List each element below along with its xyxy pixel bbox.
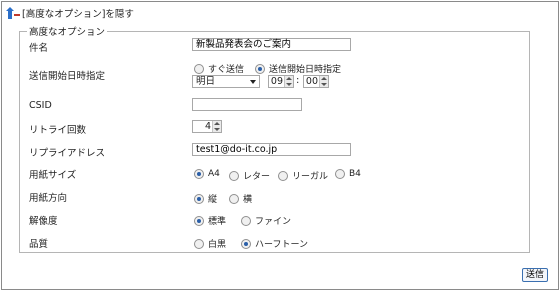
send-immediate-radio[interactable]: すぐ送信 [194,62,244,75]
send-day-select[interactable]: 明日 [192,75,260,88]
reply-address-label: リプライアドレス [29,148,106,159]
quality-label: 品質 [29,239,49,250]
collapse-arrow-icon [6,7,20,19]
paper-size-b4-radio-button[interactable] [335,169,345,179]
resolution-fine-label: ファイン [255,217,292,227]
advanced-options-toggle[interactable]: [高度なオプション]を隠す [6,6,134,20]
spin-up-icon[interactable] [214,122,220,125]
quality-halftone-radio-button[interactable] [241,238,251,249]
orientation-portrait-radio[interactable]: 縦 [194,192,217,205]
resolution-standard-label: 標準 [208,217,227,227]
resolution-fine-radio[interactable]: ファイン [241,214,291,227]
send-day-value: 明日 [196,76,216,87]
orientation-landscape-radio[interactable]: 横 [229,192,252,205]
spin-up-icon[interactable] [321,77,327,80]
reply-address-input[interactable]: test1@do-it.co.jp [192,143,351,156]
options-legend: 高度なオプション [29,27,106,38]
toggle-label: [高度なオプション]を隠す [22,9,134,20]
send-start-label: 送信開始日時指定 [29,71,106,82]
retry-label: リトライ回数 [29,125,87,136]
spin-down-icon[interactable] [321,83,327,86]
paper-size-b4-radio[interactable]: B4 [335,169,361,179]
paper-size-letter-radio-button[interactable] [229,170,239,181]
retry-value: 4 [204,121,211,132]
send-minute-stepper[interactable]: 00 [303,75,329,88]
paper-size-b4-label: B4 [349,169,361,179]
resolution-standard-radio-button[interactable] [194,215,204,226]
chevron-down-icon [250,80,256,84]
send-scheduled-label: 送信開始日時指定 [269,65,342,75]
subject-label: 件名 [29,43,49,54]
retry-spin-buttons[interactable] [212,121,221,132]
paper-size-letter-label: レター [243,172,271,182]
spin-up-icon[interactable] [286,77,292,80]
quality-halftone-radio[interactable]: ハーフトーン [241,237,308,250]
subject-input[interactable]: 新製品発表会のご案内 [192,38,351,51]
orientation-landscape-radio-button[interactable] [229,193,239,204]
quality-monochrome-radio-button[interactable] [194,238,204,249]
paper-size-a4-radio-button[interactable] [194,169,204,179]
resolution-standard-radio[interactable]: 標準 [194,214,226,227]
paper-size-legal-radio[interactable]: リーガル [278,169,328,182]
csid-label: CSID [29,100,52,111]
quality-monochrome-radio[interactable]: 白黒 [194,237,226,250]
resolution-label: 解像度 [29,216,58,227]
send-button[interactable]: 送信 [522,268,548,282]
paper-size-label: 用紙サイズ [29,170,77,181]
minute-spin-buttons[interactable] [319,76,328,87]
send-hour-value: 09 [270,76,283,87]
hour-spin-buttons[interactable] [284,76,293,87]
spin-down-icon[interactable] [214,128,220,131]
paper-orientation-label: 用紙方向 [29,193,68,204]
send-immediate-label: すぐ送信 [208,65,245,75]
resolution-fine-radio-button[interactable] [241,215,251,226]
orientation-portrait-radio-button[interactable] [194,193,204,204]
time-separator: : [296,75,300,86]
send-immediate-radio-button[interactable] [194,63,204,74]
send-scheduled-radio-button[interactable] [255,63,265,74]
orientation-portrait-label: 縦 [208,195,218,205]
send-hour-stepper[interactable]: 09 [268,75,294,88]
paper-size-a4-label: A4 [208,169,220,179]
paper-size-a4-radio[interactable]: A4 [194,169,220,179]
retry-stepper[interactable]: 4 [192,120,222,133]
spin-down-icon[interactable] [286,83,292,86]
paper-size-letter-radio[interactable]: レター [229,169,270,182]
send-scheduled-radio[interactable]: 送信開始日時指定 [255,62,341,75]
csid-input[interactable] [192,98,302,111]
quality-halftone-label: ハーフトーン [255,240,309,250]
quality-monochrome-label: 白黒 [208,240,227,250]
orientation-landscape-label: 横 [243,195,253,205]
send-minute-value: 00 [305,76,318,87]
paper-size-legal-radio-button[interactable] [278,170,288,181]
paper-size-legal-label: リーガル [292,172,329,182]
